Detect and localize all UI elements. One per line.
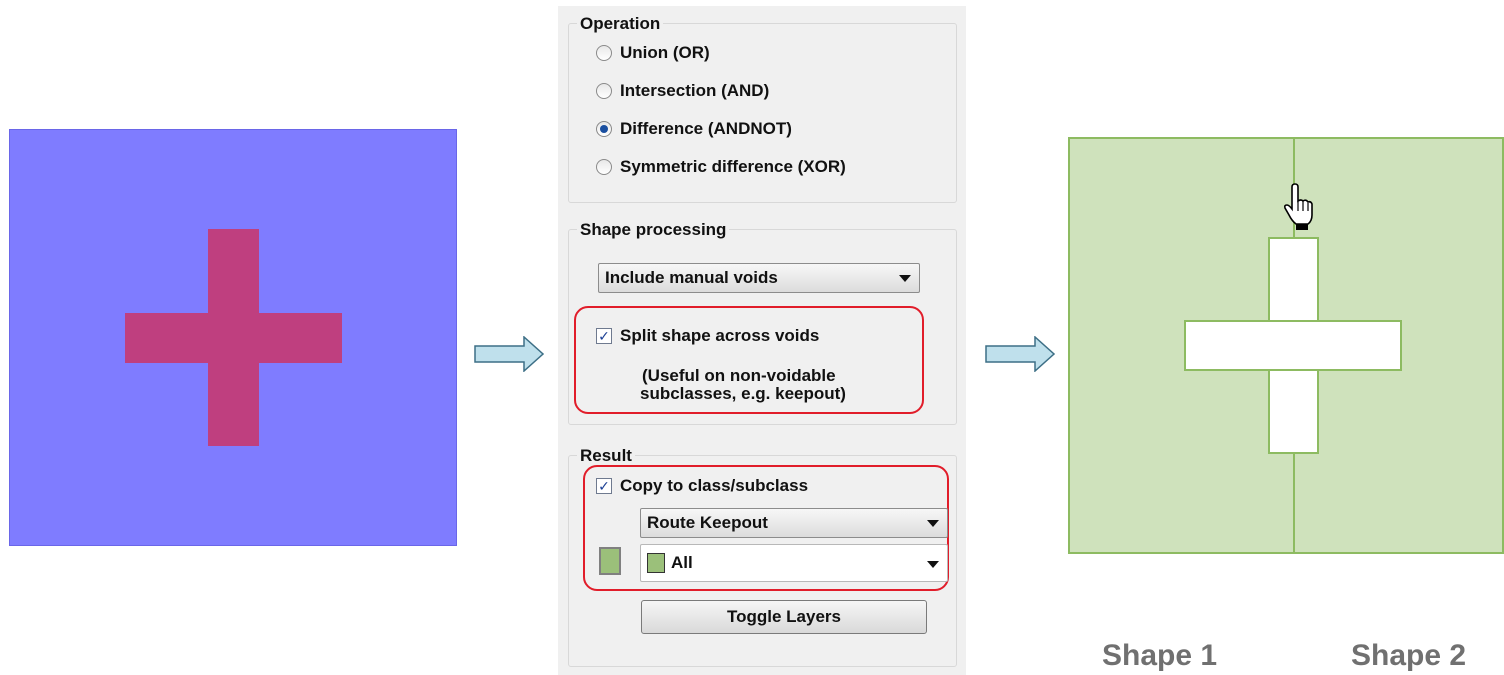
subclass-select[interactable]: All <box>640 544 948 582</box>
subclass-color-swatch <box>647 553 665 573</box>
chevron-down-icon[interactable] <box>927 561 939 568</box>
caption-shape1: Shape 1 <box>1102 639 1218 672</box>
radio-button-icon[interactable] <box>596 45 612 61</box>
radio-intersection[interactable]: Intersection (AND) <box>596 79 769 103</box>
chevron-down-icon[interactable] <box>899 275 911 282</box>
arrow-right-icon <box>985 336 1055 372</box>
shape-processing-group-title: Shape processing <box>577 220 730 240</box>
radio-symmetric-difference[interactable]: Symmetric difference (XOR) <box>596 155 846 179</box>
class-select-value: Route Keepout <box>647 513 768 532</box>
split-shape-label: Split shape across voids <box>620 326 820 345</box>
class-select[interactable]: Route Keepout <box>640 508 948 538</box>
voids-select-value: Include manual voids <box>605 268 778 287</box>
radio-button-icon[interactable] <box>596 83 612 99</box>
caption-shape2: Shape 2 <box>1351 639 1467 672</box>
radio-intersection-label: Intersection (AND) <box>620 81 770 100</box>
result-void-center <box>1270 322 1317 369</box>
voids-select[interactable]: Include manual voids <box>598 263 920 293</box>
radio-union-label: Union (OR) <box>620 43 710 62</box>
operation-group-title: Operation <box>577 14 664 34</box>
split-note-line2: subclasses, e.g. keepout) <box>640 384 846 403</box>
input-plus-horizontal-bar <box>125 313 342 363</box>
boolean-operation-panel: Operation Union (OR) Intersection (AND) … <box>558 6 966 675</box>
radio-union[interactable]: Union (OR) <box>596 41 710 65</box>
toggle-layers-button[interactable]: Toggle Layers <box>641 600 927 634</box>
arrow-right-icon <box>474 336 544 372</box>
radio-difference[interactable]: Difference (ANDNOT) <box>596 117 792 141</box>
copy-to-class-label: Copy to class/subclass <box>620 476 809 495</box>
radio-button-icon[interactable] <box>596 159 612 175</box>
subclass-select-value: All <box>671 553 693 572</box>
radio-symmetric-difference-label: Symmetric difference (XOR) <box>620 157 846 176</box>
split-note-line1: (Useful on non-voidable <box>642 366 836 385</box>
result-group-title: Result <box>577 446 635 466</box>
layer-color-swatch[interactable] <box>599 547 621 575</box>
chevron-down-icon[interactable] <box>927 520 939 527</box>
hand-pointer-icon <box>1282 183 1316 231</box>
split-shape-checkbox[interactable]: ✓ Split shape across voids <box>596 324 819 348</box>
checkbox-checked-icon[interactable]: ✓ <box>596 328 612 344</box>
radio-button-selected-icon[interactable] <box>596 121 612 137</box>
radio-difference-label: Difference (ANDNOT) <box>620 119 792 138</box>
copy-to-class-checkbox[interactable]: ✓ Copy to class/subclass <box>596 474 808 498</box>
checkbox-checked-icon[interactable]: ✓ <box>596 478 612 494</box>
